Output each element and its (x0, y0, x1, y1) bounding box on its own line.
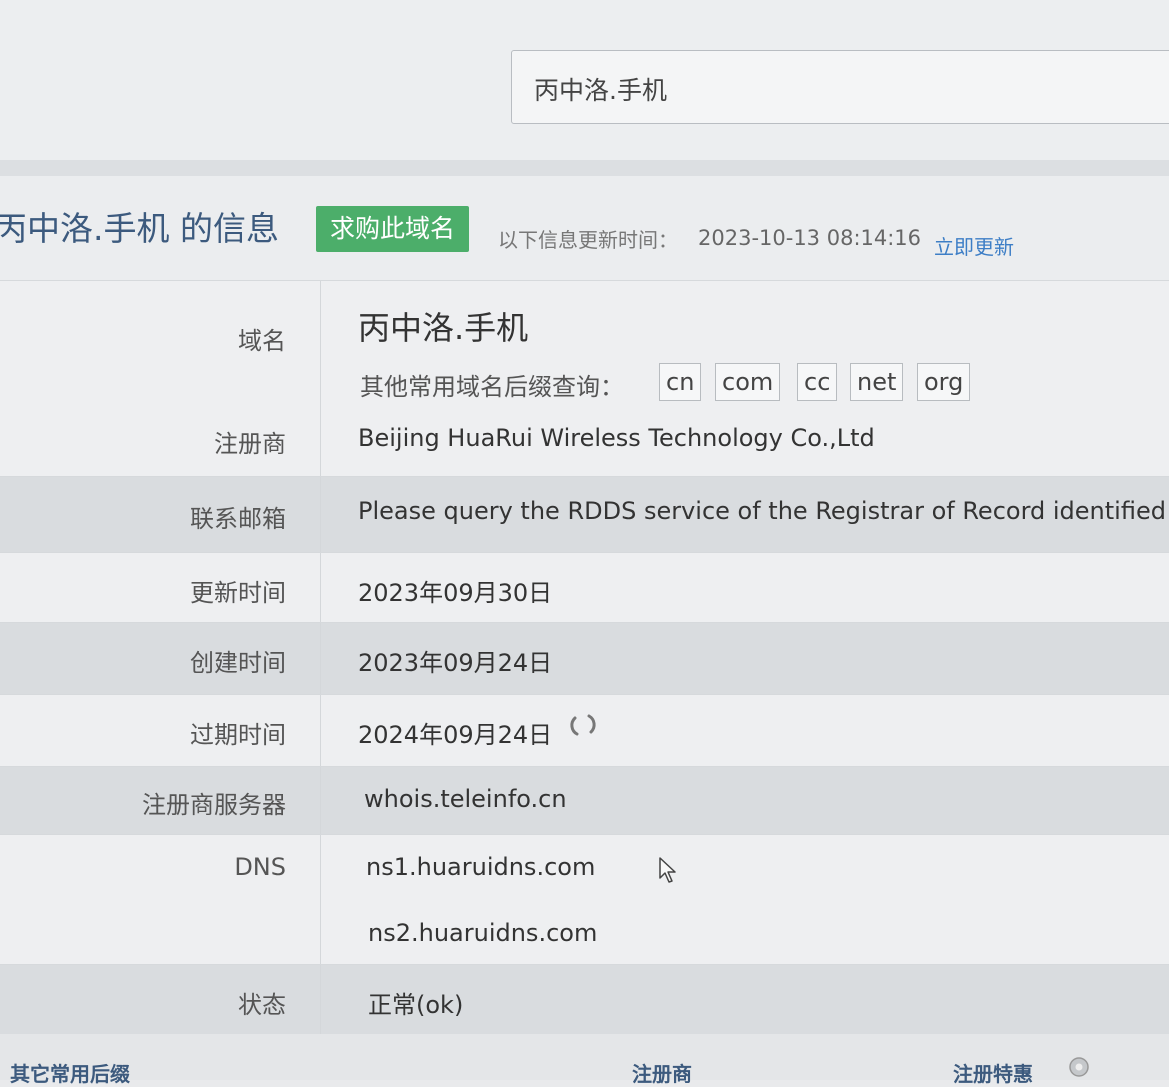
domain-label: 域名 (238, 327, 286, 355)
footer-registrar-link[interactable]: 注册商 (632, 1058, 692, 1087)
page-title: 丙中洛.手机 的信息 (0, 202, 279, 250)
row-updated: 更新时间 2023年09月30日 (0, 552, 1169, 623)
gear-icon[interactable] (1066, 1054, 1092, 1080)
buy-domain-button[interactable]: 求购此域名 (316, 206, 469, 252)
status-value: 正常(ok) (368, 991, 464, 1019)
dns-label: DNS (234, 853, 286, 881)
email-value: Please query the RDDS service of the Reg… (358, 497, 1169, 525)
row-dns: DNS ns1.huaruidns.com ns2.huaruidns.com (0, 834, 1169, 965)
column-separator (320, 695, 321, 767)
section-divider (0, 160, 1169, 176)
column-separator (320, 410, 321, 476)
row-domain: 域名 丙中洛.手机 其他常用域名后缀查询： cn com cc net org (0, 280, 1169, 411)
footer-other-suffixes-link[interactable]: 其它常用后缀 (10, 1058, 130, 1087)
column-separator (320, 553, 321, 623)
updated-value: 2023年09月30日 (358, 579, 553, 607)
email-label: 联系邮箱 (190, 505, 286, 533)
dns-value-1: ns1.huaruidns.com (366, 853, 596, 881)
column-separator (320, 835, 321, 965)
refresh-icon[interactable] (568, 710, 598, 740)
suffix-cc-button[interactable]: cc (797, 363, 838, 401)
column-separator (320, 623, 321, 695)
refresh-now-link[interactable]: 立即更新 (934, 231, 1014, 260)
suffix-cn-button[interactable]: cn (659, 363, 702, 401)
created-label: 创建时间 (190, 649, 286, 677)
suffix-org-button[interactable]: org (917, 363, 971, 401)
created-value: 2023年09月24日 (358, 649, 553, 677)
suffix-net-button[interactable]: net (850, 363, 904, 401)
updated-label: 更新时间 (190, 579, 286, 607)
update-time-label: 以下信息更新时间： (498, 228, 678, 252)
column-separator (320, 767, 321, 835)
footer-special-offer-link[interactable]: 注册特惠 (953, 1058, 1033, 1087)
dns-value-2: ns2.huaruidns.com (368, 919, 598, 947)
mouse-cursor-icon (659, 857, 676, 883)
row-registrar-server: 注册商服务器 whois.teleinfo.cn (0, 766, 1169, 835)
expires-value: 2024年09月24日 (358, 721, 553, 749)
registrar-value: Beijing HuaRui Wireless Technology Co.,L… (358, 424, 875, 452)
title-text: 丙中洛.手机 的信息 (0, 209, 279, 248)
row-created: 创建时间 2023年09月24日 (0, 622, 1169, 695)
registrar-server-value: whois.teleinfo.cn (364, 785, 567, 813)
update-time-value: 2023-10-13 08:14:16 (698, 226, 922, 250)
suffix-label: 其他常用域名后缀查询： (360, 373, 624, 401)
column-separator (320, 477, 321, 553)
registrar-server-label: 注册商服务器 (142, 791, 286, 819)
registrar-label: 注册商 (214, 430, 286, 458)
column-separator (320, 965, 321, 1035)
status-label: 状态 (238, 991, 286, 1019)
search-input[interactable]: 丙中洛.手机 (511, 50, 1169, 124)
suffix-com-button[interactable]: com (715, 363, 781, 401)
column-separator (320, 281, 321, 411)
row-email: 联系邮箱 Please query the RDDS service of th… (0, 476, 1169, 553)
domain-value: 丙中洛.手机 (358, 309, 529, 347)
row-registrar: 注册商 Beijing HuaRui Wireless Technology C… (0, 410, 1169, 476)
row-status: 状态 正常(ok) (0, 964, 1169, 1035)
expires-label: 过期时间 (190, 721, 286, 749)
